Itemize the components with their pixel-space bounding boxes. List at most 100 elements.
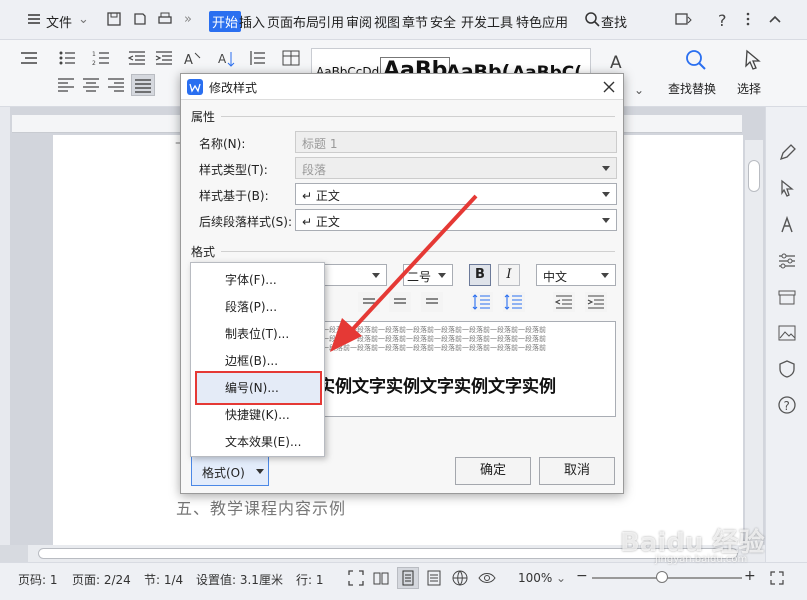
collapse-ribbon-icon[interactable] (767, 11, 785, 29)
font-size-select[interactable]: 二号 (403, 264, 453, 286)
read-mode-icon[interactable] (373, 570, 389, 586)
line-spacing-single-icon[interactable] (471, 292, 493, 312)
image-icon[interactable] (777, 323, 797, 343)
tab-references[interactable]: 引用 (318, 12, 344, 31)
menu-item-border[interactable]: 边框(B)... (225, 352, 278, 369)
file-menu[interactable]: 文件 (46, 12, 72, 31)
next-style-label: 后续段落样式(S): (199, 215, 293, 229)
svg-text:2: 2 (92, 60, 96, 66)
format-dropdown-button[interactable]: 格式(O) (191, 456, 269, 486)
menu-item-paragraph[interactable]: 段落(P)... (225, 298, 277, 315)
language-select[interactable]: 中文 (536, 264, 616, 286)
ok-button[interactable]: 确定 (455, 457, 531, 485)
align-indent-icon[interactable] (20, 50, 40, 68)
find-replace-label[interactable]: 查找替换 (668, 80, 716, 97)
menu-item-shortcut[interactable]: 快捷键(K)... (225, 406, 290, 423)
align-right-icon[interactable] (107, 77, 127, 95)
italic-button[interactable]: I (498, 264, 520, 286)
settings-sliders-icon[interactable] (777, 251, 797, 271)
search-label[interactable]: 查找 (601, 12, 627, 31)
hamburger-icon[interactable] (26, 11, 44, 29)
name-field[interactable]: 标题 1 (295, 131, 617, 153)
justify-icon[interactable] (131, 74, 155, 96)
tab-home[interactable]: 开始 (209, 11, 242, 32)
tab-special[interactable]: 特色应用 (516, 12, 568, 31)
zoom-out-icon[interactable]: − (576, 568, 588, 584)
next-style-select[interactable]: ↵ 正文 (295, 209, 617, 231)
bold-button[interactable]: B (469, 264, 491, 286)
status-page-num[interactable]: 页码: 1 (18, 571, 58, 588)
sort-icon[interactable]: A (218, 50, 238, 68)
status-row[interactable]: 行: 1 (296, 571, 324, 588)
text-direction-icon[interactable]: A (184, 50, 204, 68)
align-right-button[interactable] (389, 292, 411, 312)
line-spacing-icon[interactable] (248, 50, 268, 68)
web-view-icon[interactable] (452, 570, 468, 586)
menu-item-font[interactable]: 字体(F)... (225, 271, 277, 288)
save-icon[interactable] (106, 11, 124, 29)
zoom-slider-knob[interactable] (656, 571, 668, 583)
decrease-indent-icon[interactable] (128, 50, 148, 68)
increase-indent-button[interactable] (585, 292, 607, 312)
page-view-icon[interactable] (397, 567, 419, 589)
expand-icon[interactable] (770, 571, 784, 585)
eye-protection-icon[interactable] (478, 570, 496, 586)
search-icon[interactable] (584, 11, 602, 29)
print-icon[interactable] (157, 11, 175, 29)
status-pages[interactable]: 页面: 2/24 (72, 571, 131, 588)
chevron-down-icon[interactable]: ⌄ (634, 83, 644, 97)
tab-review[interactable]: 审阅 (346, 12, 372, 31)
status-section[interactable]: 节: 1/4 (144, 571, 183, 588)
more-options-icon[interactable] (740, 11, 758, 29)
justify-button[interactable] (421, 292, 443, 312)
document-heading-five[interactable]: 五、教学课程内容示例 (176, 495, 346, 519)
align-left-icon[interactable] (57, 77, 77, 95)
font-style-icon[interactable] (777, 215, 797, 235)
decrease-indent-button[interactable] (553, 292, 575, 312)
tab-security[interactable]: 安全 (430, 12, 456, 31)
menu-item-tabs[interactable]: 制表位(T)... (225, 325, 289, 342)
line-spacing-double-icon[interactable] (503, 292, 525, 312)
tab-chapter[interactable]: 章节 (402, 12, 428, 31)
chevron-down-icon[interactable]: ⌄ (78, 12, 89, 27)
close-icon[interactable] (601, 79, 617, 95)
vertical-scroll-thumb[interactable] (748, 160, 760, 192)
numbered-list-icon[interactable]: 12 (92, 50, 112, 68)
fullscreen-icon[interactable] (348, 570, 364, 586)
outline-view-icon[interactable] (426, 570, 442, 586)
menu-item-text-effects[interactable]: 文本效果(E)... (225, 433, 301, 450)
zoom-in-icon[interactable]: + (744, 568, 756, 584)
more-icon[interactable]: » (184, 12, 192, 27)
help-icon[interactable]: ? (716, 11, 730, 29)
cursor-icon[interactable] (777, 179, 797, 199)
menu-item-numbering[interactable]: 编号(N)... (225, 379, 279, 396)
text-tools-icon[interactable]: A (608, 50, 632, 74)
tab-insert[interactable]: 插入 (239, 12, 265, 31)
based-on-select[interactable]: ↵ 正文 (295, 183, 617, 205)
select-cursor-icon[interactable] (742, 48, 764, 72)
tab-view[interactable]: 视图 (374, 12, 400, 31)
help-circle-icon[interactable]: ? (777, 395, 797, 415)
caret-down-icon (256, 469, 264, 474)
shield-icon[interactable] (777, 359, 797, 379)
bullet-list-icon[interactable] (58, 50, 78, 68)
cancel-button[interactable]: 取消 (539, 457, 615, 485)
chevron-down-icon[interactable]: ⌄ (556, 571, 566, 585)
style-type-select[interactable]: 段落 (295, 157, 617, 179)
increase-indent-icon[interactable] (155, 50, 175, 68)
align-center-icon[interactable] (82, 77, 102, 95)
tab-page-layout[interactable]: 页面布局 (267, 12, 319, 31)
format-button-label: 格式(O) (202, 466, 245, 480)
pen-icon[interactable] (777, 143, 797, 163)
archive-icon[interactable] (777, 287, 797, 307)
zoom-level[interactable]: 100% (518, 571, 552, 585)
table-icon[interactable] (282, 50, 302, 68)
select-label[interactable]: 选择 (737, 80, 761, 97)
export-icon[interactable] (132, 11, 150, 29)
status-setting[interactable]: 设置值: 3.1厘米 (196, 571, 283, 588)
sync-icon[interactable] (674, 11, 692, 29)
tab-developer[interactable]: 开发工具 (461, 12, 513, 31)
align-center-button[interactable] (358, 292, 380, 312)
vertical-scrollbar[interactable] (745, 140, 763, 545)
find-replace-icon[interactable] (684, 48, 708, 72)
